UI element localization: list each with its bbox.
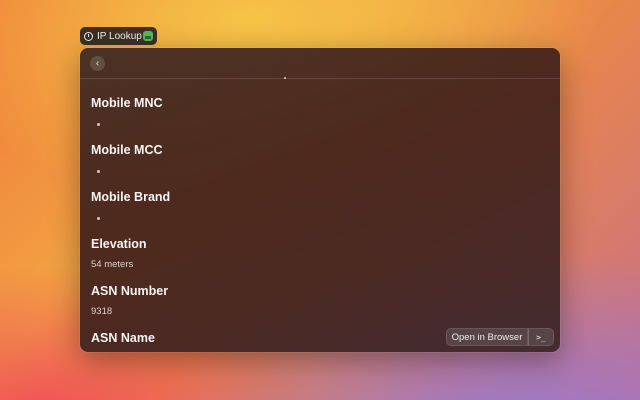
chevron-left-icon[interactable]: ‹ bbox=[90, 56, 105, 71]
detail-label: Mobile MNC bbox=[91, 96, 163, 110]
detail-label: Elevation bbox=[91, 237, 147, 251]
detail-value: 9318 bbox=[91, 306, 113, 317]
detail-elevation: Elevation 54 meters bbox=[91, 236, 551, 283]
main-window: ‹ Mobile MNC Mobile MCC Mobile Brand Ele… bbox=[80, 48, 560, 352]
empty-value-dot bbox=[97, 170, 100, 173]
open-in-browser-button[interactable]: Open in Browser bbox=[446, 328, 528, 346]
detail-label: Mobile MCC bbox=[91, 143, 163, 157]
extension-tag[interactable]: IP Lookup bbox=[80, 27, 157, 45]
detail-value: 54 meters bbox=[91, 259, 134, 270]
detail-label: Mobile Brand bbox=[91, 190, 171, 204]
detail-list: Mobile MNC Mobile MCC Mobile Brand Eleva… bbox=[91, 95, 551, 352]
detail-value bbox=[91, 165, 551, 177]
window-header: ‹ bbox=[80, 48, 560, 79]
extension-title: IP Lookup bbox=[97, 30, 142, 42]
loading-indicator bbox=[284, 77, 286, 79]
detail-mobile-mcc: Mobile MCC bbox=[91, 142, 551, 189]
detail-value bbox=[91, 118, 551, 130]
detail-label: ASN Number bbox=[91, 284, 169, 298]
clock-icon bbox=[84, 31, 93, 41]
detail-mobile-mnc: Mobile MNC bbox=[91, 95, 551, 142]
action-bar: Open in Browser >_ bbox=[446, 328, 554, 346]
app-icon bbox=[143, 31, 153, 41]
terminal-icon[interactable]: >_ bbox=[528, 328, 554, 346]
empty-value-dot bbox=[97, 217, 100, 220]
detail-value bbox=[91, 212, 551, 224]
detail-asn-number: ASN Number 9318 bbox=[91, 283, 551, 330]
empty-value-dot bbox=[97, 123, 100, 126]
detail-mobile-brand: Mobile Brand bbox=[91, 189, 551, 236]
